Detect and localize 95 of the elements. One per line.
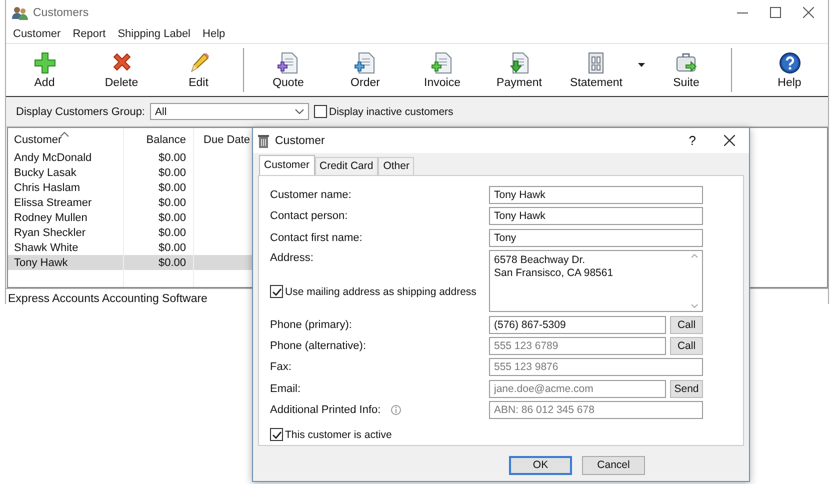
table-row[interactable]: Ryan Sheckler $0.00 [8, 225, 252, 240]
checkbox[interactable] [314, 105, 327, 118]
toolbar-button[interactable]: Delete [83, 44, 160, 96]
toolbar-button[interactable]: Quote [250, 44, 327, 96]
document-plus-icon [276, 51, 300, 75]
table-cell-text: $0.00 [157, 182, 187, 194]
field-label: Phone (alternative): [270, 340, 366, 352]
table-cell-text: $0.00 [157, 226, 187, 238]
toolbar-button[interactable]: Suite [648, 44, 725, 96]
checkbox-label: Display inactive customers [329, 106, 454, 118]
field-label: Customer name: [270, 189, 352, 201]
table-cell-text: $0.00 [157, 166, 187, 178]
toolbar-button[interactable]: Add [6, 44, 83, 96]
column-header[interactable]: Due Date [190, 134, 252, 150]
checkbox-label: This customer is active [285, 428, 392, 441]
table-cell-text: Andy McDonald [13, 152, 93, 164]
caret-icon [638, 63, 645, 67]
input-field[interactable]: Tony Hawk [489, 186, 703, 204]
toolbar-button[interactable]: Payment [480, 44, 558, 96]
menu-item[interactable]: Shipping Label [112, 28, 197, 40]
field-label: Display Customers Group: [16, 106, 145, 118]
field-label: Address: [270, 252, 314, 264]
document-arrow-icon [507, 51, 532, 75]
table-cell-text: Bucky Lasak [13, 166, 78, 178]
field-label: Additional Printed Info: [270, 404, 381, 416]
dialog-button[interactable]: Cancel [582, 456, 645, 475]
table-cell-text: Ryan Sheckler [13, 226, 87, 238]
close-icon[interactable] [803, 7, 814, 18]
field-label: Fax: [270, 361, 292, 374]
address-field[interactable]: 6578 Beachway Dr. San Fransisco, CA 98561 [489, 250, 703, 312]
input-field[interactable]: Tony Hawk [489, 207, 703, 226]
table-cell-text: $0.00 [157, 196, 187, 208]
column-header[interactable]: Balance [124, 134, 190, 150]
toolbar-button[interactable]: Edit [160, 44, 237, 96]
table-row[interactable]: Elissa Streamer $0.00 [8, 195, 252, 210]
table-cell-text: Rodney Mullen [13, 212, 88, 224]
action-button[interactable]: Call [670, 336, 703, 355]
table-row[interactable]: Rodney Mullen $0.00 [8, 210, 252, 225]
scroll-up-icon [691, 254, 698, 258]
document-plus-icon [353, 51, 378, 75]
dialog-title: Customer [275, 134, 325, 146]
table-cell-text: Chris Haslam [13, 182, 82, 194]
field-label: Email: [270, 382, 301, 395]
input-field[interactable]: jane.doe@acme.com [489, 380, 666, 398]
tab[interactable]: Other [378, 157, 414, 175]
menu-item[interactable]: Customer [7, 28, 67, 40]
table-cell-text: $0.00 [157, 212, 187, 224]
input-field[interactable]: ABN: 86 012 345 678 [489, 401, 703, 420]
input-field[interactable]: (576) 867-5309 [489, 316, 666, 334]
chevron-down-icon [295, 109, 304, 114]
field-label: Contact person: [270, 210, 348, 222]
toolbar-button[interactable]: Help [751, 44, 828, 96]
checkbox[interactable] [270, 428, 283, 442]
table-row[interactable]: Tony Hawk $0.00 [8, 255, 252, 270]
checkbox-label: Use mailing address as shipping address [285, 286, 476, 298]
toolbar-button[interactable]: Invoice [404, 44, 481, 96]
action-button[interactable]: Call [670, 316, 703, 334]
group-dropdown[interactable]: All [150, 103, 309, 120]
close-icon[interactable] [724, 135, 735, 146]
field-label: Contact first name: [270, 232, 362, 244]
table-cell-text: $0.00 [157, 256, 187, 268]
action-button[interactable]: Send [670, 380, 703, 398]
table-cell-text: Shawk White [13, 242, 80, 254]
document-plus-icon [430, 51, 454, 75]
table-cell-text: Elissa Streamer [13, 196, 93, 208]
table-row[interactable]: Shawk White $0.00 [8, 240, 252, 255]
tab[interactable]: Customer [259, 155, 315, 175]
checkbox[interactable] [270, 285, 283, 298]
window-title: Customers [33, 6, 89, 18]
menu-item[interactable]: Help [196, 28, 232, 40]
toolbar-button[interactable]: Order [326, 44, 404, 96]
table-cell-text: $0.00 [157, 242, 187, 254]
trash-icon [258, 134, 269, 148]
column-header[interactable]: Customer [8, 134, 124, 150]
table-row[interactable]: Bucky Lasak $0.00 [8, 165, 252, 180]
table-cell-text: $0.00 [157, 152, 187, 164]
dialog-button[interactable]: OK [509, 456, 572, 475]
input-field[interactable]: 555 123 9876 [489, 358, 703, 376]
menu-item[interactable]: Report [66, 28, 112, 40]
field-label: Phone (primary): [270, 318, 352, 331]
help-button[interactable]: ? [666, 133, 718, 148]
input-field[interactable]: Tony [489, 228, 703, 247]
maximize-icon[interactable] [770, 7, 781, 18]
table-cell-text: Tony Hawk [13, 256, 69, 268]
table-row[interactable]: Chris Haslam $0.00 [8, 180, 252, 195]
toolbar-button[interactable]: Statement [558, 44, 635, 96]
input-field[interactable]: 555 123 6789 [489, 336, 666, 355]
tab[interactable]: Credit Card [314, 157, 378, 175]
table-row[interactable]: Andy McDonald $0.00 [8, 150, 252, 165]
help-icon [778, 51, 802, 75]
briefcase-icon [674, 51, 698, 75]
people-icon [12, 6, 28, 20]
address-text: 6578 Beachway Dr. San Fransisco, CA 98561 [494, 254, 614, 282]
plus-icon [32, 51, 56, 75]
scroll-down-icon [691, 304, 698, 308]
